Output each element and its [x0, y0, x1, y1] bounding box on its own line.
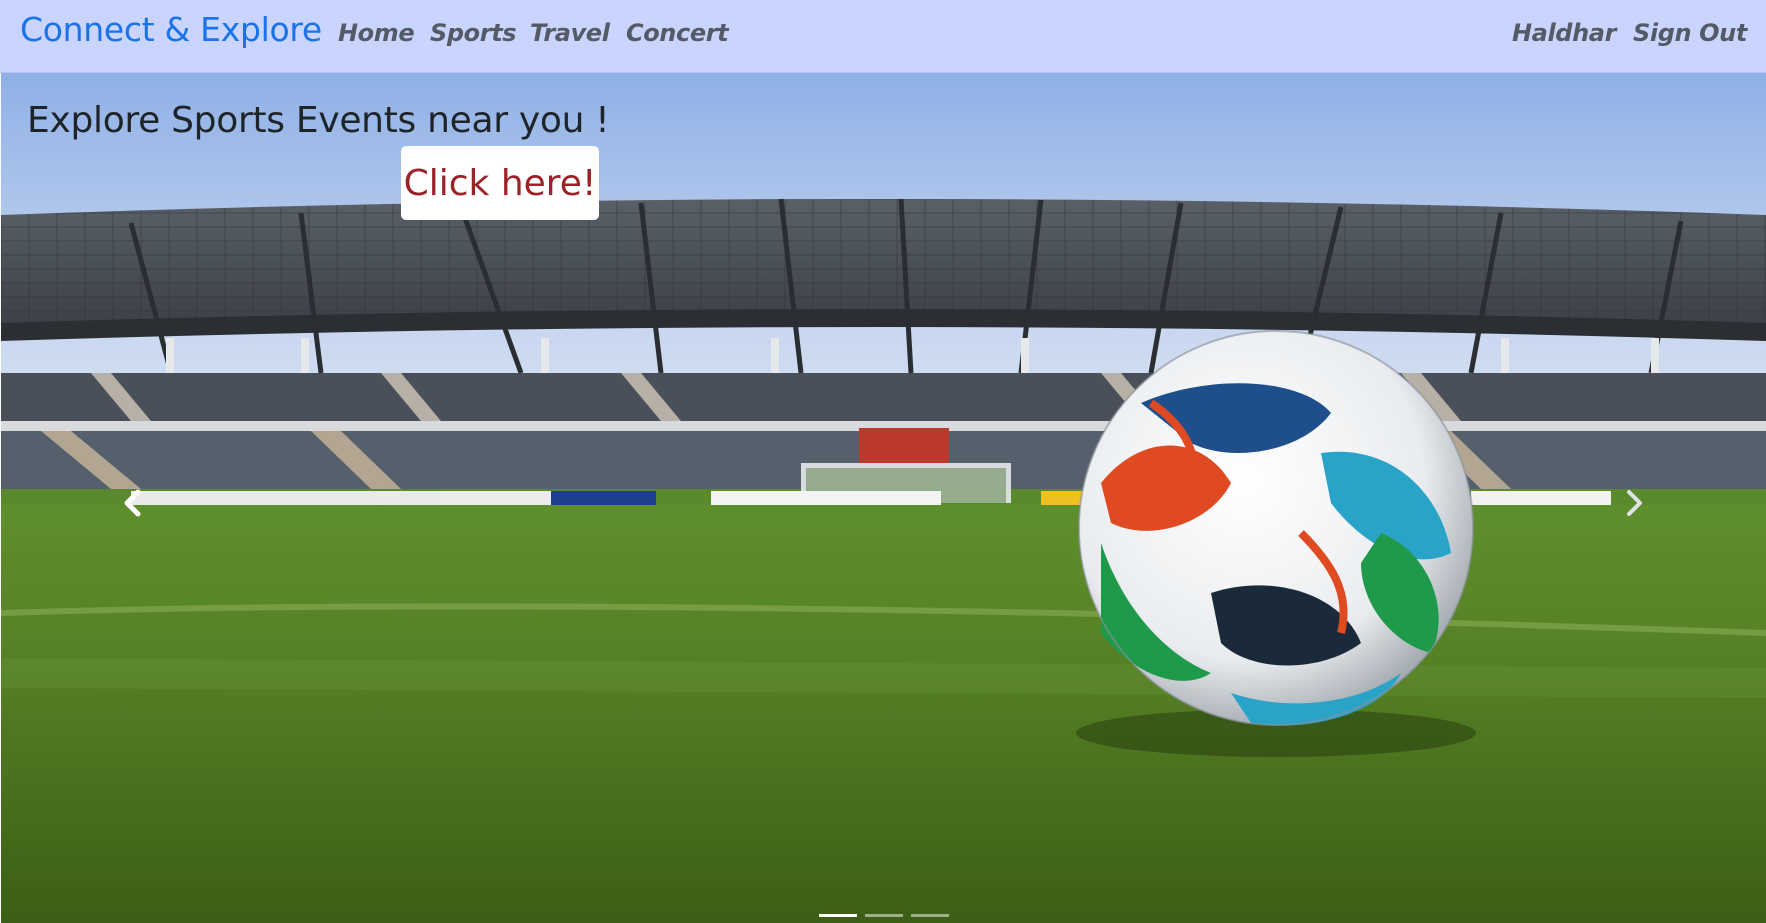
carousel-indicator-3[interactable]	[910, 914, 949, 917]
click-here-button[interactable]: Click here!	[401, 146, 599, 220]
carousel-indicator-1[interactable]	[818, 914, 857, 917]
brand-link[interactable]: Connect & Explore	[20, 10, 322, 49]
nav-link-sign-out[interactable]: Sign Out	[1633, 19, 1747, 47]
nav-link-home[interactable]: Home	[338, 19, 415, 47]
chevron-left-icon	[124, 489, 141, 517]
carousel-next-button[interactable]	[1604, 473, 1664, 533]
stadium-image	[1, 73, 1766, 923]
carousel-indicators	[1, 914, 1766, 917]
navbar: Connect & Explore Home Sports Travel Con…	[0, 0, 1766, 73]
nav-link-concert[interactable]: Concert	[626, 19, 729, 47]
nav-link-sports[interactable]: Sports	[430, 19, 517, 47]
hero-carousel: Explore Sports Events near you ! Click h…	[1, 73, 1766, 923]
nav-link-username[interactable]: Haldhar	[1512, 19, 1616, 47]
chevron-right-icon	[1627, 490, 1642, 516]
nav-link-travel[interactable]: Travel	[530, 19, 610, 47]
carousel-indicator-2[interactable]	[864, 914, 903, 917]
carousel-prev-button[interactable]	[103, 473, 163, 533]
hero-title: Explore Sports Events near you !	[27, 100, 610, 141]
